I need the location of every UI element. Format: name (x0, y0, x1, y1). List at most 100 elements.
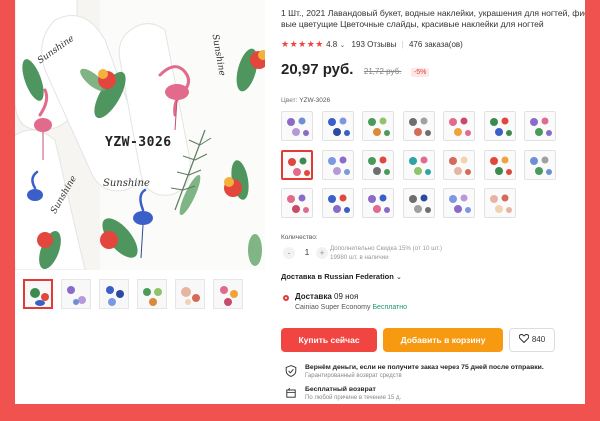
thumbnail-strip (23, 279, 268, 311)
color-label: Цвет: YZW-3026 (281, 97, 330, 104)
carrier-name: Cainiao Super Economy (295, 304, 371, 311)
color-swatch-3[interactable] (362, 111, 394, 141)
thumbnail-1[interactable] (23, 279, 53, 309)
thumbnail-5[interactable] (175, 279, 205, 309)
quantity-decrease-button[interactable]: - (283, 247, 295, 259)
swatch-preview (368, 156, 390, 175)
add-to-cart-button[interactable]: Добавить в корзину (383, 328, 503, 352)
color-swatch-15[interactable] (281, 188, 313, 218)
swatch-preview (408, 117, 431, 136)
delivery-destination-text: Доставка в Russian Federation (281, 272, 394, 281)
color-swatch-5[interactable] (443, 111, 475, 141)
color-swatch-8[interactable] (281, 149, 313, 180)
free-return-title: Бесплатный возврат (305, 386, 376, 393)
buy-now-button[interactable]: Купить сейчас (281, 328, 377, 352)
star-rating-icon: ★★★★★ (281, 39, 324, 49)
swatch-preview (489, 117, 512, 136)
sticker-code-label: YZW-3026 (105, 135, 172, 150)
product-page: YZW-3026 Sunshine Sunshine Sunshine Suns… (15, 0, 585, 404)
wishlist-count: 840 (531, 335, 546, 344)
swatch-preview (449, 194, 471, 213)
color-swatch-20[interactable] (483, 188, 516, 218)
quantity-label: Количество: (281, 234, 318, 241)
color-swatch-16[interactable] (321, 188, 354, 218)
color-label-text: Цвет: (281, 97, 298, 104)
delivery-date: 09 ноя (334, 292, 359, 301)
title-line-1: 1 Шт., 2021 Лавандовый букет, водные нак… (281, 8, 585, 18)
divider: | (401, 40, 404, 49)
heart-icon (518, 333, 530, 344)
swatch-preview (288, 157, 310, 176)
thumbnail-6[interactable] (213, 279, 243, 309)
swatch-preview (327, 194, 350, 213)
reviews-link[interactable]: 193 Отзывы (352, 40, 397, 49)
swatch-preview (449, 117, 471, 136)
swatch-preview (449, 156, 471, 175)
refund-title: Вернём деньги, если не получите заказ че… (305, 364, 544, 371)
color-swatch-12[interactable] (443, 149, 475, 180)
delivery-destination-selector[interactable]: Доставка в Russian Federation ⌄ (281, 272, 402, 281)
title-line-2: вые цветущие Цветочные слайды, красивые … (281, 19, 544, 29)
swatch-preview (368, 117, 390, 136)
stock-note: 19980 шт. в наличии (330, 254, 389, 261)
swatch-preview (287, 194, 309, 213)
free-return: Бесплатный возврат По любой причине в те… (285, 386, 585, 404)
shield-check-icon (285, 365, 297, 377)
swatch-preview (327, 156, 350, 175)
rating-value: 4.8 (326, 40, 338, 49)
thumbnail-3[interactable] (99, 279, 129, 309)
buyer-protection: Вернём деньги, если не получите заказ че… (285, 364, 585, 404)
color-swatch-19[interactable] (443, 188, 475, 218)
quantity-increase-button[interactable]: + (316, 247, 328, 259)
delivery-option-title: Доставка 09 ноя (295, 292, 358, 301)
swatch-preview (530, 156, 552, 175)
price-row: 20,97 руб. 21,72 руб. -5% (281, 61, 430, 79)
color-swatch-9[interactable] (321, 149, 354, 180)
free-return-subtitle: По любой причине в течение 15 д. (305, 395, 402, 401)
color-swatch-17[interactable] (362, 188, 394, 218)
color-swatch-6[interactable] (483, 111, 516, 141)
swatch-preview (327, 117, 350, 136)
sticker-brand-label-3: Sunshine (103, 178, 150, 189)
color-swatch-grid (281, 111, 581, 221)
swatch-preview (408, 156, 431, 175)
color-swatch-4[interactable] (402, 111, 435, 141)
refund-subtitle: Гарантированный возврат средств (305, 373, 402, 379)
quantity-input[interactable]: 1 (300, 247, 314, 259)
chevron-down-icon[interactable]: ⌄ (339, 42, 345, 49)
delivery-option-carrier: Cainiao Super Economy Бесплатно (295, 304, 407, 311)
discount-badge: -5% (410, 68, 430, 77)
thumbnail-2[interactable] (61, 279, 91, 309)
quantity-note: Дополнительно Скидка 15% (от 10 шт.) 199… (330, 244, 442, 262)
old-price: 21,72 руб. (363, 67, 402, 76)
rating-row: ★★★★★ 4.8 ⌄ 193 Отзывы | 476 заказа(ов) (281, 39, 463, 50)
bulk-discount-note: Дополнительно Скидка 15% (от 10 шт.) (330, 245, 443, 252)
refund-guarantee: Вернём деньги, если не получите заказ че… (285, 364, 585, 386)
swatch-preview (489, 194, 512, 213)
orders-count: 476 заказа(ов) (408, 40, 463, 49)
chevron-down-icon: ⌄ (395, 274, 402, 281)
color-swatch-1[interactable] (281, 111, 313, 141)
swatch-preview (530, 117, 552, 136)
swatch-preview (368, 194, 390, 213)
color-swatch-13[interactable] (483, 149, 516, 180)
color-value: YZW-3026 (299, 97, 331, 104)
color-swatch-11[interactable] (402, 149, 435, 180)
color-swatch-2[interactable] (321, 111, 354, 141)
color-swatch-10[interactable] (362, 149, 394, 180)
free-shipping-label: Бесплатно (372, 304, 408, 311)
color-swatch-14[interactable] (524, 149, 556, 180)
return-box-icon (286, 387, 296, 398)
swatch-preview (408, 194, 431, 213)
delivery-radio-icon[interactable] (283, 295, 289, 301)
current-price: 20,97 руб. (281, 61, 354, 78)
main-product-image[interactable]: YZW-3026 Sunshine Sunshine Sunshine Suns… (15, 0, 265, 270)
delivery-title: Доставка (295, 292, 332, 301)
product-title: 1 Шт., 2021 Лавандовый букет, водные нак… (281, 8, 585, 30)
wishlist-button[interactable]: 840 (509, 328, 555, 352)
thumbnail-4[interactable] (137, 279, 167, 309)
color-swatch-7[interactable] (524, 111, 556, 141)
swatch-preview (489, 156, 512, 175)
swatch-preview (287, 117, 309, 136)
color-swatch-18[interactable] (402, 188, 435, 218)
